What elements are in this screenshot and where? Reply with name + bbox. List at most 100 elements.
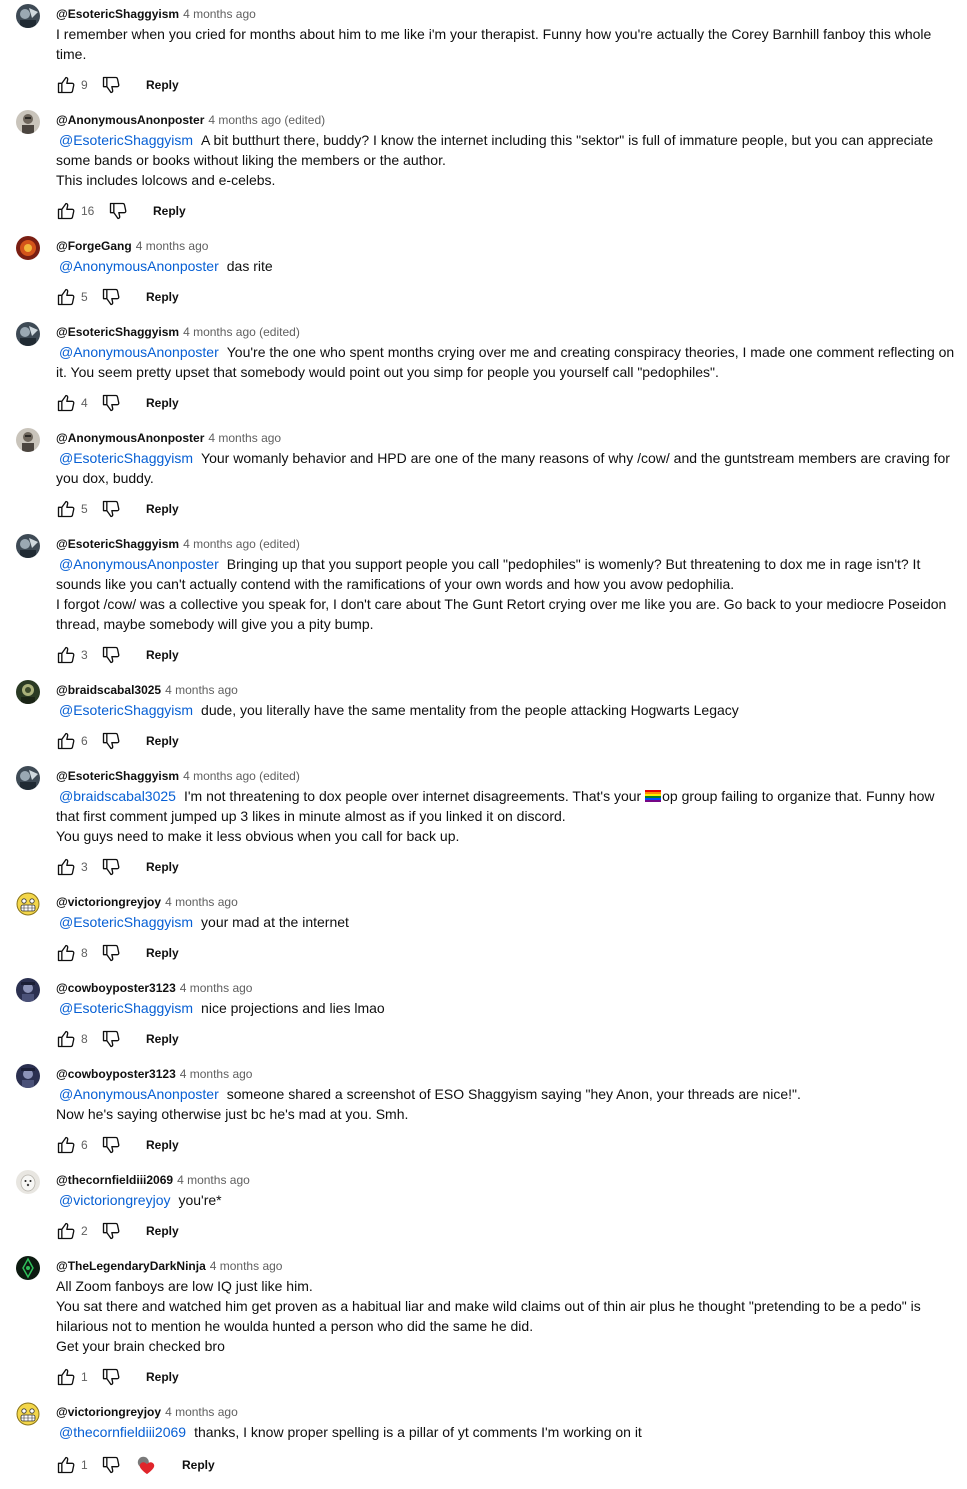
thumbs-up-icon[interactable] (56, 1455, 76, 1475)
comment-author[interactable]: @TheLegendaryDarkNinja (56, 1259, 206, 1273)
comment-author[interactable]: @braidscabal3025 (56, 683, 161, 697)
thumbs-up-icon[interactable] (56, 1029, 76, 1049)
reply-button[interactable]: Reply (153, 204, 186, 218)
like-count: 3 (81, 860, 88, 874)
thumbs-down-icon[interactable] (108, 201, 128, 221)
thumbs-up-icon[interactable] (56, 499, 76, 519)
reply-button[interactable]: Reply (146, 1032, 179, 1046)
creator-heart-icon[interactable] (136, 1454, 158, 1476)
reply-button[interactable]: Reply (146, 734, 179, 748)
comment-author[interactable]: @victoriongreyjoy (56, 1405, 161, 1419)
avatar[interactable] (16, 892, 40, 916)
avatar[interactable] (16, 680, 40, 704)
avatar[interactable] (16, 1170, 40, 1194)
thumbs-up-icon[interactable] (56, 1367, 76, 1387)
thumbs-down-icon[interactable] (101, 943, 121, 963)
thumbs-down-icon[interactable] (101, 1221, 121, 1241)
reply-button[interactable]: Reply (146, 1138, 179, 1152)
mention-link[interactable]: @braidscabal3025 (59, 788, 176, 804)
comment-author[interactable]: @victoriongreyjoy (56, 895, 161, 909)
comment-author[interactable]: @EsotericShaggyism (56, 7, 179, 21)
mention-link[interactable]: @EsotericShaggyism (59, 132, 193, 148)
comment-timestamp[interactable]: 4 months ago (183, 7, 256, 21)
thumbs-up-icon[interactable] (56, 857, 76, 877)
thumbs-down-icon[interactable] (101, 287, 121, 307)
thumbs-up-icon[interactable] (56, 287, 76, 307)
comment-timestamp[interactable]: 4 months ago (210, 1259, 283, 1273)
thumbs-down-icon[interactable] (101, 75, 121, 95)
mention-link[interactable]: @EsotericShaggyism (59, 914, 193, 930)
thumbs-down-icon[interactable] (101, 1367, 121, 1387)
comment-author[interactable]: @thecornfieldiii2069 (56, 1173, 173, 1187)
avatar[interactable] (16, 110, 40, 134)
avatar[interactable] (16, 1256, 40, 1280)
comment-author[interactable]: @EsotericShaggyism (56, 769, 179, 783)
reply-button[interactable]: Reply (146, 1370, 179, 1384)
thumbs-down-icon[interactable] (101, 731, 121, 751)
comment-timestamp[interactable]: 4 months ago (180, 1067, 253, 1081)
avatar[interactable] (16, 978, 40, 1002)
comment-text: @AnonymousAnonposter das rite (59, 258, 273, 274)
comment-timestamp[interactable]: 4 months ago (165, 895, 238, 909)
comment-author[interactable]: @AnonymousAnonposter (56, 431, 204, 445)
comment-author[interactable]: @AnonymousAnonposter (56, 113, 204, 127)
comment-timestamp[interactable]: 4 months ago (136, 239, 209, 253)
thumbs-up-icon[interactable] (56, 201, 76, 221)
reply-button[interactable]: Reply (146, 396, 179, 410)
mention-link[interactable]: @AnonymousAnonposter (59, 344, 219, 360)
comment-author[interactable]: @EsotericShaggyism (56, 325, 179, 339)
thumbs-down-icon[interactable] (101, 645, 121, 665)
reply-button[interactable]: Reply (182, 1458, 215, 1472)
avatar[interactable] (16, 1402, 40, 1426)
avatar[interactable] (16, 766, 40, 790)
mention-link[interactable]: @AnonymousAnonposter (59, 1086, 219, 1102)
comment-author[interactable]: @ForgeGang (56, 239, 132, 253)
thumbs-up-icon[interactable] (56, 943, 76, 963)
mention-link[interactable]: @AnonymousAnonposter (59, 258, 219, 274)
mention-link[interactable]: @EsotericShaggyism (59, 1000, 193, 1016)
mention-link[interactable]: @EsotericShaggyism (59, 702, 193, 718)
thumbs-up-icon[interactable] (56, 645, 76, 665)
thumbs-up-icon[interactable] (56, 731, 76, 751)
avatar[interactable] (16, 236, 40, 260)
reply-button[interactable]: Reply (146, 860, 179, 874)
thumbs-down-icon[interactable] (101, 1029, 121, 1049)
thumbs-down-icon[interactable] (101, 1135, 121, 1155)
mention-link[interactable]: @victoriongreyjoy (59, 1192, 170, 1208)
thumbs-up-icon[interactable] (56, 1135, 76, 1155)
comment-author[interactable]: @cowboyposter3123 (56, 1067, 176, 1081)
thumbs-up-icon[interactable] (56, 393, 76, 413)
mention-link[interactable]: @thecornfieldiii2069 (59, 1424, 186, 1440)
comment-timestamp[interactable]: 4 months ago (165, 1405, 238, 1419)
reply-button[interactable]: Reply (146, 502, 179, 516)
avatar[interactable] (16, 4, 40, 28)
avatar[interactable] (16, 1064, 40, 1088)
comment-timestamp[interactable]: 4 months ago (edited) (183, 769, 300, 783)
mention-link[interactable]: @AnonymousAnonposter (59, 556, 219, 572)
comment-author[interactable]: @cowboyposter3123 (56, 981, 176, 995)
thumbs-up-icon[interactable] (56, 75, 76, 95)
thumbs-down-icon[interactable] (101, 393, 121, 413)
comment-author[interactable]: @EsotericShaggyism (56, 537, 179, 551)
thumbs-down-icon[interactable] (101, 1455, 121, 1475)
mention-link[interactable]: @EsotericShaggyism (59, 450, 193, 466)
reply-button[interactable]: Reply (146, 1224, 179, 1238)
comment-timestamp[interactable]: 4 months ago (177, 1173, 250, 1187)
avatar[interactable] (16, 428, 40, 452)
comment-timestamp[interactable]: 4 months ago (165, 683, 238, 697)
comment-timestamp[interactable]: 4 months ago (edited) (183, 325, 300, 339)
reply-button[interactable]: Reply (146, 648, 179, 662)
thumbs-down-icon[interactable] (101, 499, 121, 519)
thumbs-up-icon[interactable] (56, 1221, 76, 1241)
avatar[interactable] (16, 534, 40, 558)
comment-timestamp[interactable]: 4 months ago (edited) (208, 113, 325, 127)
avatar[interactable] (16, 322, 40, 346)
like-count: 1 (81, 1458, 88, 1472)
comment-timestamp[interactable]: 4 months ago (208, 431, 281, 445)
comment-timestamp[interactable]: 4 months ago (edited) (183, 537, 300, 551)
comment-timestamp[interactable]: 4 months ago (180, 981, 253, 995)
reply-button[interactable]: Reply (146, 946, 179, 960)
thumbs-down-icon[interactable] (101, 857, 121, 877)
reply-button[interactable]: Reply (146, 290, 179, 304)
reply-button[interactable]: Reply (146, 78, 179, 92)
